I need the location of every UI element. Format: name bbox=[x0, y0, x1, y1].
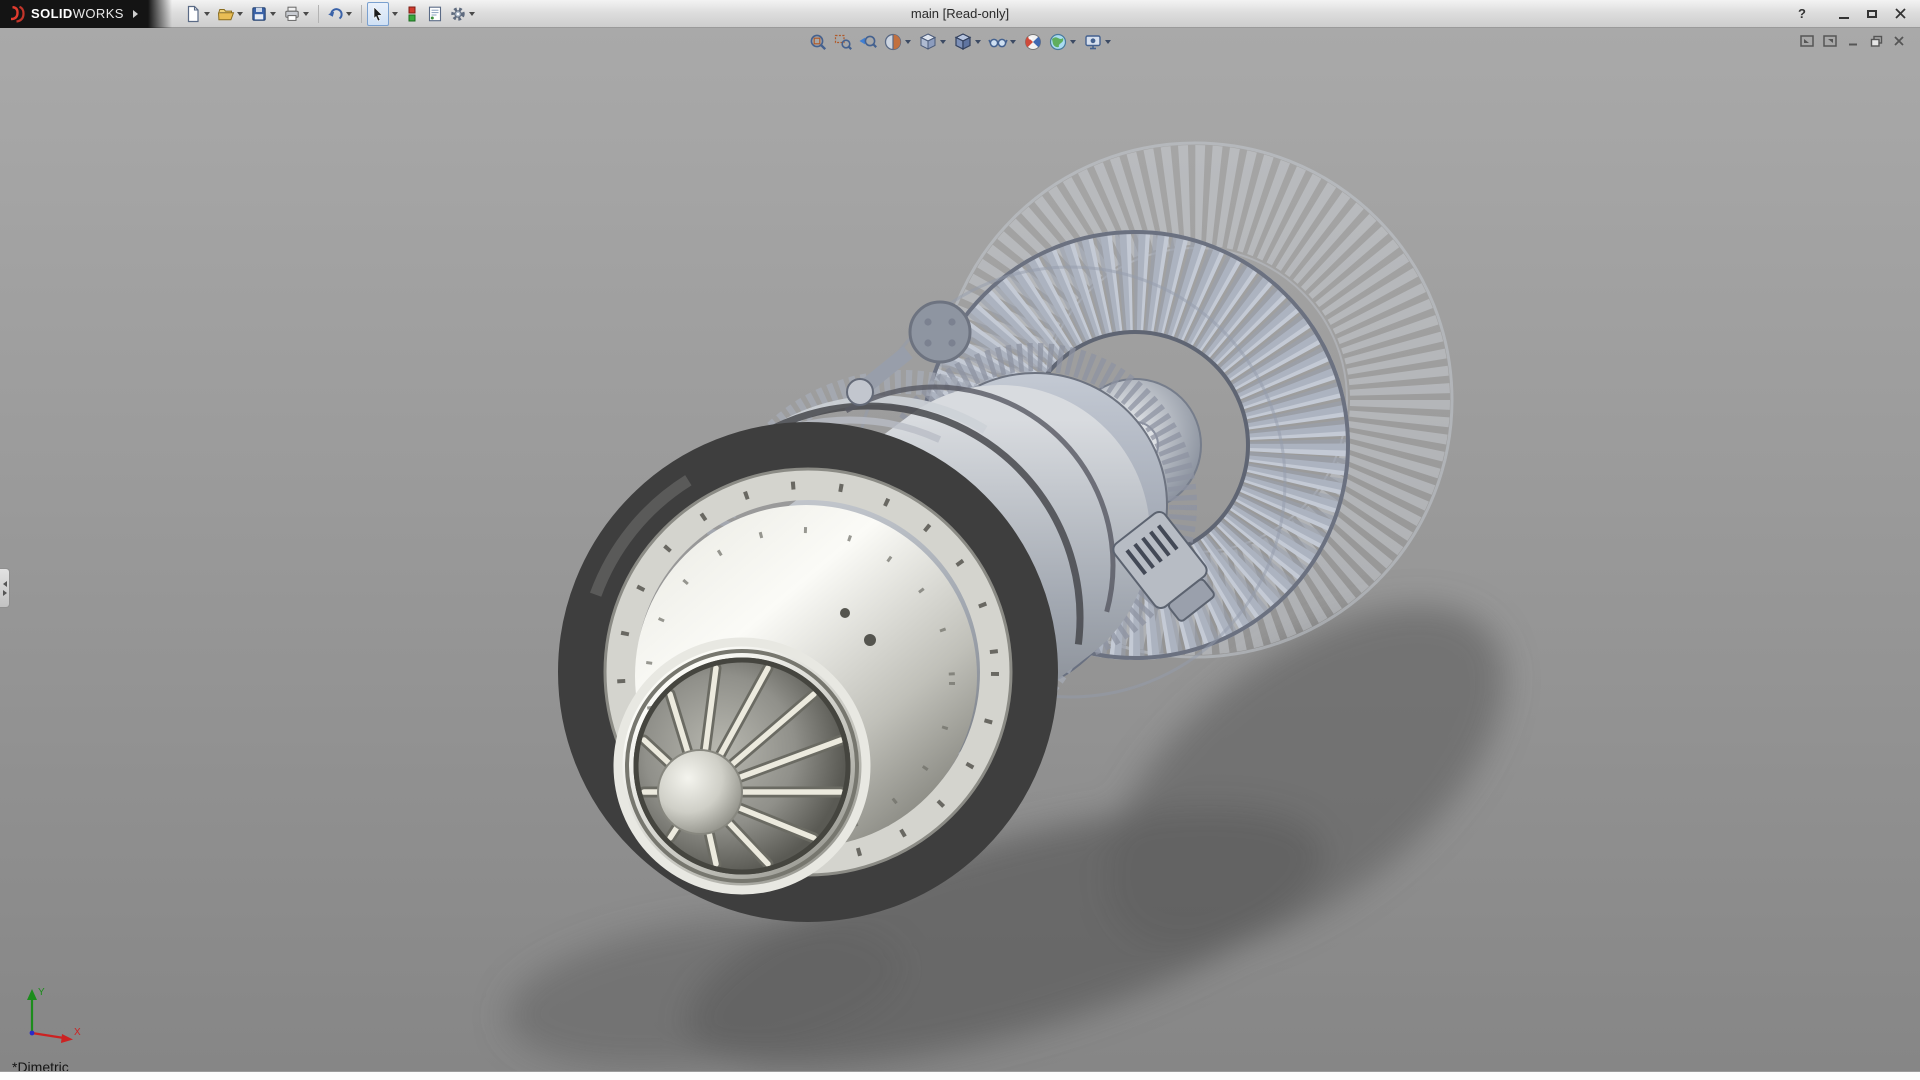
display-style-icon bbox=[953, 32, 973, 52]
chevron-down-icon[interactable] bbox=[905, 40, 911, 44]
save-floppy-icon bbox=[250, 5, 268, 23]
print-icon bbox=[283, 5, 301, 23]
hide-show-items-button[interactable] bbox=[987, 31, 1019, 53]
window-controls: ? bbox=[1790, 4, 1920, 24]
brand-name: SOLIDWORKS bbox=[31, 6, 124, 21]
minimize-button[interactable] bbox=[1832, 4, 1856, 24]
jet-engine-model[interactable] bbox=[0, 28, 1920, 1071]
brand-fade bbox=[148, 0, 172, 28]
minimize-document-icon bbox=[1847, 35, 1859, 47]
feature-panel-handle[interactable] bbox=[0, 568, 10, 608]
chevron-down-icon[interactable] bbox=[940, 40, 946, 44]
solidworks-menu[interactable]: SOLIDWORKS bbox=[0, 0, 148, 28]
select-cursor-icon bbox=[369, 5, 387, 23]
minimize-document-button[interactable] bbox=[1844, 33, 1862, 49]
save-button[interactable] bbox=[248, 2, 280, 26]
file-properties-button[interactable] bbox=[424, 2, 446, 26]
undo-button[interactable] bbox=[324, 2, 356, 26]
options-gear-icon bbox=[449, 5, 467, 23]
rebuild-indicator-button[interactable] bbox=[401, 2, 423, 26]
view-orientation-label: *Dimetric bbox=[12, 1059, 69, 1071]
zoom-to-area-button[interactable] bbox=[832, 31, 854, 53]
main-toolbar bbox=[182, 0, 479, 28]
chevron-down-icon[interactable] bbox=[346, 12, 352, 16]
graphics-area[interactable]: Y X *Dimetric bbox=[0, 28, 1920, 1071]
options-button[interactable] bbox=[447, 2, 479, 26]
status-bar bbox=[0, 1071, 1920, 1080]
solidworks-window: SOLIDWORKS bbox=[0, 0, 1920, 1080]
chevron-down-icon[interactable] bbox=[303, 12, 309, 16]
section-view-icon bbox=[883, 32, 903, 52]
maximize-icon bbox=[1867, 10, 1877, 18]
chevron-down-icon[interactable] bbox=[975, 40, 981, 44]
open-folder-icon bbox=[217, 5, 235, 23]
section-view-button[interactable] bbox=[882, 31, 914, 53]
expand-window-button[interactable] bbox=[1821, 33, 1839, 49]
document-window-controls bbox=[1798, 33, 1908, 49]
close-document-button[interactable] bbox=[1890, 33, 1908, 49]
new-document-icon bbox=[184, 5, 202, 23]
zoom-to-fit-button[interactable] bbox=[807, 31, 829, 53]
new-document-button[interactable] bbox=[182, 2, 214, 26]
chevron-down-icon[interactable] bbox=[237, 12, 243, 16]
restore-document-button[interactable] bbox=[1867, 33, 1885, 49]
heads-up-view-toolbar bbox=[0, 30, 1920, 54]
open-button[interactable] bbox=[215, 2, 247, 26]
previous-view-button[interactable] bbox=[857, 31, 879, 53]
edit-appearance-button[interactable] bbox=[1022, 31, 1044, 53]
solidworks-logo-icon bbox=[8, 5, 26, 23]
chevron-down-icon[interactable] bbox=[270, 12, 276, 16]
chevron-down-icon[interactable] bbox=[1010, 40, 1016, 44]
chevron-left-icon bbox=[3, 581, 7, 587]
chevron-down-icon[interactable] bbox=[469, 12, 475, 16]
view-settings-button[interactable] bbox=[1082, 31, 1114, 53]
window-titlebar[interactable]: SOLIDWORKS bbox=[0, 0, 1920, 28]
zoom-to-fit-icon bbox=[808, 32, 828, 52]
view-orientation-button[interactable] bbox=[917, 31, 949, 53]
restore-document-icon bbox=[1870, 35, 1883, 47]
undo-arrow-icon bbox=[326, 5, 344, 23]
close-document-icon bbox=[1893, 35, 1905, 47]
scene-globe-icon bbox=[1048, 32, 1068, 52]
chevron-down-icon[interactable] bbox=[204, 12, 210, 16]
view-orientation-cube-icon bbox=[918, 32, 938, 52]
expand-window-icon bbox=[1823, 35, 1837, 47]
zoom-to-area-icon bbox=[833, 32, 853, 52]
apply-scene-button[interactable] bbox=[1047, 31, 1079, 53]
toolbar-separator bbox=[361, 5, 362, 23]
triad-y-label: Y bbox=[38, 987, 45, 998]
close-icon bbox=[1895, 8, 1906, 19]
chevron-down-icon[interactable] bbox=[1070, 40, 1076, 44]
view-settings-icon bbox=[1083, 32, 1103, 52]
red-green-indicator-icon bbox=[403, 5, 421, 23]
help-button[interactable]: ? bbox=[1790, 4, 1814, 24]
chevron-down-icon[interactable] bbox=[392, 12, 398, 16]
triad-x-label: X bbox=[74, 1027, 81, 1038]
close-button[interactable] bbox=[1888, 4, 1912, 24]
select-button[interactable] bbox=[367, 2, 389, 26]
float-window-icon bbox=[1800, 35, 1814, 47]
chevron-right-icon bbox=[3, 590, 7, 596]
minimize-icon bbox=[1839, 17, 1849, 19]
appearance-ball-icon bbox=[1023, 32, 1043, 52]
previous-view-icon bbox=[858, 32, 878, 52]
window-title: main [Read-only] bbox=[911, 0, 1009, 28]
file-properties-icon bbox=[426, 5, 444, 23]
orientation-triad: Y X bbox=[14, 975, 84, 1045]
print-button[interactable] bbox=[281, 2, 313, 26]
chevron-down-icon[interactable] bbox=[1105, 40, 1111, 44]
maximize-button[interactable] bbox=[1860, 4, 1884, 24]
glasses-icon bbox=[988, 32, 1008, 52]
toolbar-separator bbox=[318, 5, 319, 23]
display-style-button[interactable] bbox=[952, 31, 984, 53]
menu-expand-arrow-icon[interactable] bbox=[133, 10, 138, 18]
float-window-button[interactable] bbox=[1798, 33, 1816, 49]
